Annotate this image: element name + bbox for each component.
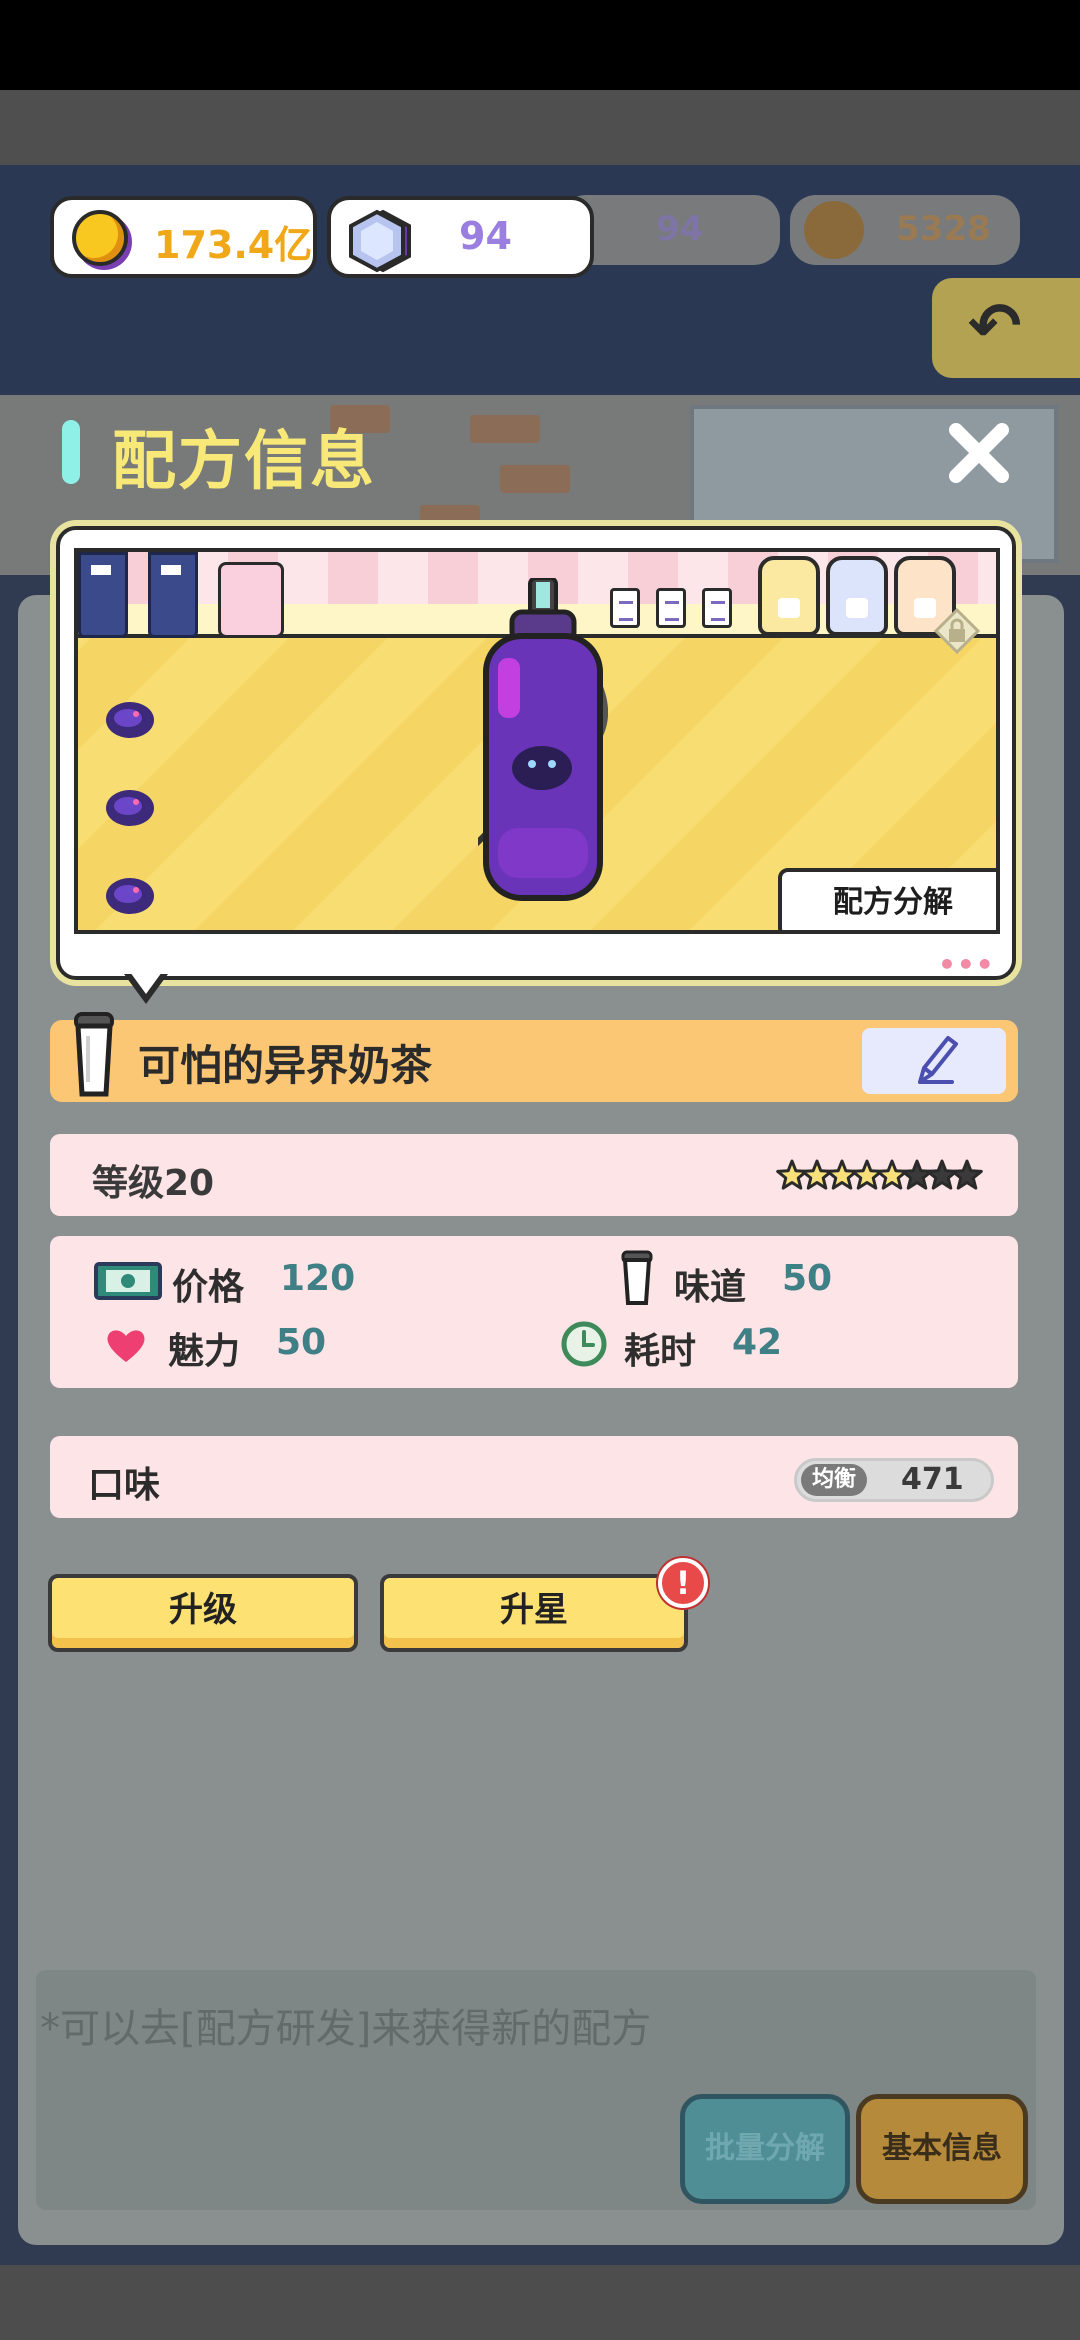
jar-decoration <box>758 556 820 636</box>
star-filled-icon <box>851 1159 883 1190</box>
charm-label: 魅力 <box>168 1331 241 1372</box>
ingredient-icon <box>106 878 154 914</box>
recipe-name-bar: 可怕的异界奶茶 <box>50 1012 1018 1102</box>
star-filled-icon <box>876 1159 908 1190</box>
gem-icon <box>349 209 411 273</box>
taste-label: 口味 <box>88 1465 161 1506</box>
jar-decoration <box>826 556 888 636</box>
rename-button[interactable] <box>862 1028 1006 1094</box>
preview-card-tail-inner <box>130 972 162 994</box>
taste-panel: 口味 均衡 471 <box>50 1436 1018 1518</box>
time-label: 耗时 <box>624 1331 697 1372</box>
star-filled-icon <box>776 1159 808 1190</box>
title-accent-bar <box>62 420 80 484</box>
alert-badge: ! <box>658 1558 708 1608</box>
star-rating <box>776 1159 983 1190</box>
time-value: 42 <box>732 1322 783 1363</box>
heart-icon <box>107 1330 145 1362</box>
dialog-title: 配方信息 <box>112 425 376 499</box>
price-tag-decoration <box>610 588 640 628</box>
level-label: 等级20 <box>92 1163 215 1204</box>
level-panel: 等级20 <box>50 1134 1018 1216</box>
batch-decompose-button[interactable]: 批量分解 <box>680 2094 850 2204</box>
star-filled-icon <box>801 1159 833 1190</box>
star-filled-icon <box>826 1159 858 1190</box>
gem-currency[interactable]: 94 <box>327 196 594 278</box>
coin-currency[interactable]: 173.4亿 <box>50 196 317 278</box>
money-icon <box>94 1262 162 1300</box>
star-empty-icon <box>951 1159 983 1190</box>
more-indicator[interactable]: ••• <box>938 948 995 981</box>
pencil-icon <box>918 1036 958 1084</box>
bg-gem-value: 94 <box>656 209 704 249</box>
bg-pudding-value: 5328 <box>896 209 991 249</box>
price-label: 价格 <box>172 1267 245 1308</box>
recipe-decompose-button[interactable]: 配方分解 <box>778 868 996 930</box>
recipe-preview-card: 配方分解 ••• <box>56 526 1016 981</box>
close-button[interactable] <box>944 418 1014 488</box>
navigation-bar <box>0 2265 1080 2340</box>
price-tag-decoration <box>702 588 732 628</box>
back-arrow-icon: ↶ <box>968 290 1022 364</box>
star-empty-icon <box>926 1159 958 1190</box>
price-value: 120 <box>280 1258 356 1299</box>
top-band <box>0 90 1080 165</box>
recipe-preview-scene: 配方分解 <box>74 548 1000 934</box>
price-tag-decoration <box>656 588 686 628</box>
flavor-value: 50 <box>782 1258 833 1299</box>
coin-icon <box>72 210 128 266</box>
ingredient-icon <box>106 790 154 826</box>
close-icon <box>949 423 1009 483</box>
charm-value: 50 <box>276 1322 327 1363</box>
star-empty-icon <box>901 1159 933 1190</box>
upgrade-button[interactable]: 升级 <box>48 1574 358 1652</box>
status-bar <box>0 0 1080 90</box>
hanging-pants-decoration <box>78 552 128 638</box>
flavor-label: 味道 <box>674 1267 747 1308</box>
hanging-pants-decoration <box>148 552 198 638</box>
basic-info-button[interactable]: 基本信息 <box>856 2094 1028 2204</box>
taste-badge: 均衡 <box>801 1464 867 1496</box>
taste-value: 471 <box>901 1462 964 1497</box>
recipe-name: 可怕的异界奶茶 <box>138 1041 433 1090</box>
brick-decoration <box>500 465 570 493</box>
stats-panel: 价格 120 味道 50 魅力 50 耗时 42 <box>50 1236 1018 1388</box>
bg-pudding-chip: 5328 <box>790 195 1020 265</box>
bottle-icon <box>478 578 608 901</box>
hint-text: *可以去[配方研发]来获得新的配方 <box>40 2006 652 2052</box>
brick-decoration <box>470 415 540 443</box>
flavor-cup-icon <box>621 1250 653 1305</box>
coin-value: 173.4亿 <box>154 223 313 267</box>
lock-icon[interactable] <box>934 608 980 654</box>
ingredient-icon <box>106 702 154 738</box>
cup-icon <box>74 1012 114 1097</box>
pink-cup-decoration <box>218 562 284 638</box>
gem-value: 94 <box>459 214 512 258</box>
clock-icon <box>561 1321 607 1367</box>
star-up-button[interactable]: 升星 <box>380 1574 688 1652</box>
bg-pudding-icon <box>804 201 864 259</box>
taste-score-box: 均衡 471 <box>794 1458 994 1502</box>
